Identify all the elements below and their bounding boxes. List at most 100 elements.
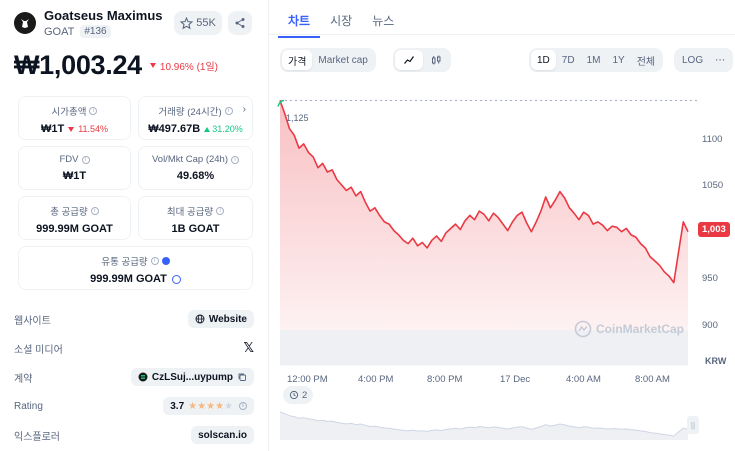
circulating-supply-label: 유통 공급량 [101, 257, 148, 268]
total-supply-label: 총 공급량 [50, 207, 88, 218]
circulating-supply-card: 유통 공급량 i 999.99M GOAT [18, 246, 253, 290]
info-icon[interactable]: i [224, 107, 233, 115]
website-link[interactable]: Website [187, 310, 254, 328]
rating-value: 3.7 [170, 400, 185, 412]
events-count: 2 [302, 389, 308, 401]
coin-name: Goatseus Maximus [44, 8, 163, 23]
market-cap-label: 시가총액 [51, 107, 87, 118]
volume-change: 31.20% [212, 124, 243, 134]
volume-label: 거래량 (24시간) [158, 107, 222, 118]
fdv-label: FDV [59, 154, 79, 165]
circulating-supply-value: 999.99M GOAT [90, 273, 167, 285]
social-row: 소셜 미디어 𝕏 [14, 337, 254, 359]
verified-icon [161, 257, 170, 265]
rank-badge: #136 [80, 25, 111, 38]
candlestick-button[interactable] [423, 50, 449, 70]
info-icon[interactable]: i [216, 207, 225, 215]
x-tick-label: 17 Dec [500, 374, 531, 385]
market-cap-option[interactable]: Market cap [312, 50, 373, 70]
chart-style-toggle [393, 48, 451, 72]
price-change: 10.96% (1일) [149, 58, 219, 73]
social-label: 소셜 미디어 [14, 344, 63, 356]
y-tick-label: 900 [702, 320, 718, 331]
website-row: 웹사이트 Website [14, 308, 254, 330]
range-all[interactable]: 전체 [631, 50, 661, 70]
watchlist-button[interactable]: 55K [174, 11, 222, 35]
market-cap-card[interactable]: 시가총액 i ₩1T 11.54% [18, 96, 131, 140]
contract-address[interactable]: CzLSuj...uypump [130, 368, 254, 386]
watermark-text: CoinMarketCap [596, 322, 685, 336]
range-1y[interactable]: 1Y [607, 50, 631, 70]
x-icon[interactable]: 𝕏 [244, 340, 254, 356]
watermark: CoinMarketCap [574, 320, 684, 338]
max-supply-card: 최대 공급량 i 1B GOAT [138, 196, 253, 240]
max-supply-label: 최대 공급량 [166, 207, 214, 218]
x-tick-label: 4:00 PM [358, 374, 394, 385]
chart-high-label: 1,125 [286, 113, 309, 123]
contract-label: 계약 [14, 373, 33, 385]
down-arrow-icon [68, 126, 75, 132]
tab-divider [269, 34, 735, 35]
coin-logo [14, 12, 36, 34]
coin-symbol: GOAT [44, 25, 75, 38]
rating-row: Rating 3.7 ★★★★★ i [14, 395, 254, 417]
events-toggle[interactable]: 2 [283, 386, 314, 404]
star-icon [180, 16, 194, 29]
info-icon[interactable]: i [150, 257, 159, 265]
panel-divider [268, 0, 269, 451]
more-options-icon[interactable]: ⋯ [709, 50, 731, 70]
share-button[interactable] [228, 11, 252, 35]
info-icon[interactable]: i [231, 155, 240, 164]
volume-card[interactable]: 거래량 (24시간) i › ₩497.67B 31.20% [138, 96, 253, 140]
time-range-selector: 1D 7D 1M 1Y 전체 [529, 48, 664, 72]
navigator-area [280, 412, 688, 440]
explorer-row: 익스플로러 solscan.io [14, 424, 254, 446]
watchlist-count: 55K [196, 17, 216, 29]
range-1m[interactable]: 1M [581, 50, 607, 70]
price-option[interactable]: 가격 [282, 50, 313, 70]
currency-label: KRW [705, 356, 727, 366]
y-tick-label: 1100 [702, 134, 723, 145]
line-chart-button[interactable] [395, 50, 423, 70]
range-7d[interactable]: 7D [556, 50, 581, 70]
vol-mkt-cap-value: 49.68% [176, 170, 215, 182]
price-row: ₩1,003.24 10.96% (1일) [14, 50, 218, 81]
range-navigator-handle[interactable]: || [687, 416, 699, 434]
x-tick-label: 4:00 AM [566, 374, 601, 385]
up-arrow-icon [204, 126, 211, 132]
vol-mkt-cap-card: Vol/Mkt Cap (24h) i 49.68% [138, 146, 253, 190]
range-1d[interactable]: 1D [531, 50, 556, 70]
explorer-label: 익스플로러 [14, 431, 60, 443]
coinmarketcap-logo-icon [574, 320, 592, 338]
market-cap-value: ₩1T [40, 123, 65, 135]
info-icon[interactable]: i [239, 402, 247, 410]
share-icon [235, 18, 245, 28]
explorer-link[interactable]: solscan.io [191, 426, 254, 444]
volume-value: ₩497.67B [148, 123, 201, 135]
coin-info-panel: Goatseus Maximus GOAT #136 55K ₩1,003.24… [0, 0, 268, 451]
vol-mkt-cap-label: Vol/Mkt Cap (24h) [151, 154, 229, 165]
price-chart[interactable] [276, 90, 735, 451]
coin-header: Goatseus Maximus GOAT #136 [14, 8, 163, 38]
current-price-tag: 1,003 [698, 222, 730, 237]
total-supply-card: 총 공급량 i 999.99M GOAT [18, 196, 131, 240]
info-icon[interactable]: i [90, 207, 99, 215]
rating-pill[interactable]: 3.7 ★★★★★ i [163, 397, 254, 415]
fdv-value: ₩1T [62, 170, 87, 182]
contract-row: 계약 CzLSuj...uypump [14, 366, 254, 388]
y-tick-label: 950 [702, 273, 718, 284]
max-supply-value: 1B GOAT [171, 223, 220, 235]
log-scale-button[interactable]: LOG [676, 50, 709, 70]
y-tick-label: 1050 [702, 180, 724, 191]
rating-stars-icon: ★★★★★ [188, 400, 233, 412]
rating-label: Rating [14, 400, 43, 412]
info-icon[interactable]: i [89, 107, 98, 115]
info-icon[interactable]: i [81, 155, 90, 164]
website-link-label: Website [208, 313, 247, 325]
total-supply-value: 999.99M GOAT [36, 223, 113, 235]
x-tick-label: 8:00 PM [427, 374, 463, 385]
solana-icon [138, 372, 148, 382]
price-change-value: 10.96% (1일) [159, 62, 219, 73]
chart-options: LOG ⋯ [674, 48, 734, 72]
copy-icon[interactable] [237, 372, 247, 382]
